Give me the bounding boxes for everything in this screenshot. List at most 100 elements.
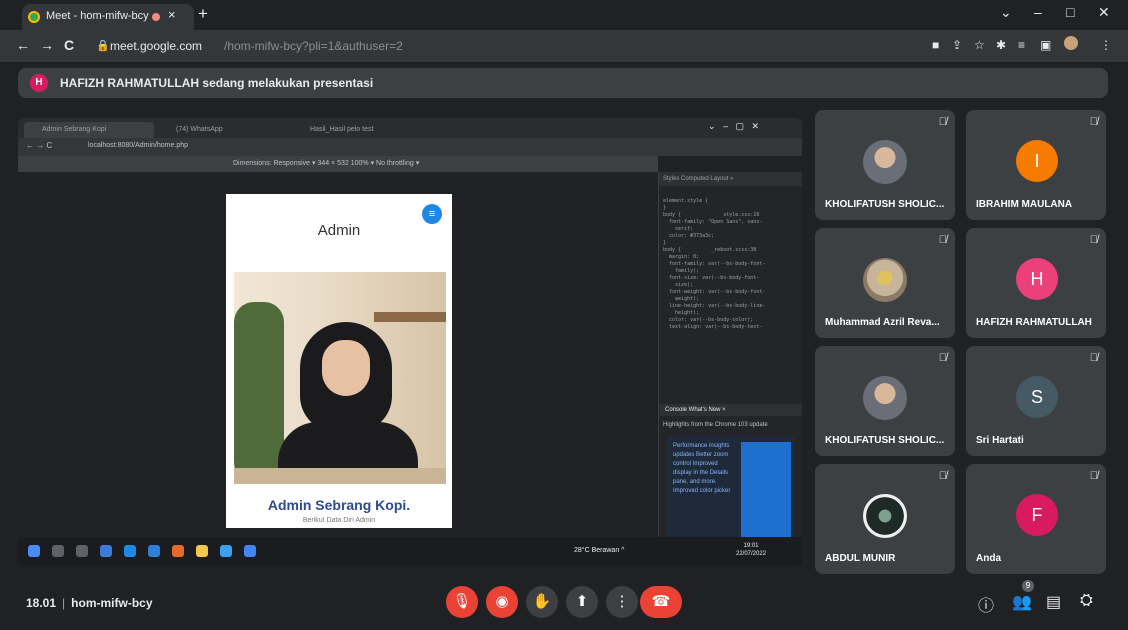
mic-off-icon[interactable]: 🎙 [446,586,478,618]
presentation-banner-text: HAFIZH RAHMATULLAH sedang melakukan pres… [60,76,374,90]
taskbar-chrome-icon [244,545,256,557]
meeting-separator: | [62,596,66,610]
windows-start-icon [28,545,40,557]
shared-browser-tabs: Admin Sebrang Kopi (74) WhatsApp Hasil_H… [18,118,802,138]
url-bar[interactable]: 🔒 meet.google.com /hom-mifw-bcy?pli=1&au… [92,35,912,57]
mic-off-icon: 🎙̸ [938,234,947,246]
mic-off-icon: 🎙̸ [938,116,947,128]
devtools-panel: Styles Computed Layout » element.style {… [658,172,802,537]
meeting-info: 18.01 | hom-mifw-bcy [26,596,153,610]
shared-screen: Admin Sebrang Kopi (74) WhatsApp Hasil_H… [18,118,802,566]
url-path: /hom-mifw-bcy?pli=1&authuser=2 [224,39,403,53]
participant-name: HAFIZH RAHMATULLAH [976,317,1092,328]
taskbar-edge-icon [124,545,136,557]
people-count-badge: 9 [1022,580,1034,592]
present-icon[interactable]: ⬆ [566,586,598,618]
participant-tile[interactable]: 🎙̸ S Sri Hartati [966,346,1106,456]
presentation-banner: H HAFIZH RAHMATULLAH sedang melakukan pr… [18,68,1108,98]
tab-close-icon[interactable]: × [168,7,176,22]
lock-icon: 🔒 [96,40,110,52]
split-icon[interactable]: ▣ [1040,38,1051,52]
shared-url: localhost:8080/Admin/home.php [88,142,189,149]
shelf-shape [374,312,446,322]
taskbar-task-icon [76,545,88,557]
taskbar-files-icon [196,545,208,557]
shared-tab: Admin Sebrang Kopi [24,122,154,138]
end-call-icon[interactable]: ☎ [640,586,682,618]
participant-name: Muhammad Azril Reva... [825,317,940,328]
mic-off-icon: 🎙̸ [938,470,947,482]
presenter-avatar: H [30,74,48,92]
shared-taskbar: 28°C Berawan ^ 19:01 22/07/2022 [18,537,802,566]
participant-name: KHOLIFATUSH SHOLIC... [825,199,945,210]
participant-avatar: F [1016,494,1058,536]
browser-tab-meet[interactable]: Meet - hom-mifw-bcy × [22,4,194,30]
raise-hand-icon[interactable]: ✋ [526,586,558,618]
more-icon[interactable]: ⋮ [606,586,638,618]
participant-photo [863,140,907,184]
participant-tile[interactable]: 🎙̸ Muhammad Azril Reva... [815,228,955,338]
activities-icon[interactable]: ⛭ [1080,592,1093,610]
mic-off-icon: 🎙̸ [1089,234,1098,246]
url-host: meet.google.com [110,39,203,53]
plant-shape [234,302,284,482]
whats-new-tab: Console What's New × [659,404,802,416]
participant-tile[interactable]: 🎙̸ H HAFIZH RAHMATULLAH [966,228,1106,338]
info-icon[interactable]: ⓘ [978,592,994,616]
extensions-icon[interactable]: ✱ [996,38,1006,52]
taskbar-search-icon [52,545,64,557]
back-button[interactable]: ← [16,37,30,53]
participant-photo [863,494,907,538]
kebab-icon[interactable]: ⋮ [1100,38,1112,52]
taskbar-app-icon [100,545,112,557]
devtools-styles-code: element.style { } body { style.css:16 fo… [663,198,766,330]
chat-icon[interactable]: ▤ [1046,592,1061,612]
face-shape [322,340,370,396]
shared-address-bar: ← → C localhost:8080/Admin/home.php [18,138,802,156]
participant-avatar: I [1016,140,1058,182]
participant-tile[interactable]: 🎙̸ I IBRAHIM MAULANA [966,110,1106,220]
participant-tile[interactable]: 🎙̸ KHOLIFATUSH SHOLIC... [815,110,955,220]
taskbar-office-icon [172,545,184,557]
participant-name: Anda [976,553,1001,564]
meeting-time: 18.01 [26,596,57,610]
maximize-button[interactable]: □ [1066,4,1074,20]
menu-icon: ≡ [422,204,442,224]
mic-off-icon: 🎙̸ [938,352,947,364]
share-icon[interactable]: ⇪ [952,38,962,52]
camera-off-icon[interactable]: ◉ [486,586,518,618]
taskbar-weather: 28°C Berawan ^ [574,547,625,554]
recording-dot-icon [152,13,160,21]
tab-search-icon[interactable]: ⌄ [1000,4,1012,21]
forward-button[interactable]: → [40,37,54,53]
participant-avatar: S [1016,376,1058,418]
participant-avatar: H [1016,258,1058,300]
admin-subtitle: Berikut Data Diri Admin [302,517,376,524]
reload-button[interactable]: C [64,37,74,53]
participant-name: Sri Hartati [976,435,1024,446]
star-icon[interactable]: ☆ [974,38,985,52]
minimize-button[interactable]: – [1034,4,1042,20]
participant-tile[interactable]: 🎙̸ ABDUL MUNIR [815,464,955,574]
participant-photo [863,376,907,420]
new-tab-button[interactable]: + [198,4,208,24]
media-icon[interactable]: ≡ [1018,38,1025,52]
mic-off-icon: 🎙̸ [1089,116,1098,128]
whats-new-card: Performance insights updates Better zoom… [667,436,795,537]
admin-photo [234,272,446,484]
shared-tab: (74) WhatsApp [176,126,223,133]
mic-off-icon: 🎙̸ [1089,352,1098,364]
device-toolbar-text: Dimensions: Responsive ▾ 344 × 532 100% … [233,160,420,167]
camera-icon[interactable]: ■ [932,38,939,52]
participant-tile[interactable]: 🎙̸ KHOLIFATUSH SHOLIC... [815,346,955,456]
profile-icon[interactable] [1064,36,1078,50]
whats-new-headline: Highlights from the Chrome 103 update [663,422,768,428]
shared-nav-icons: ← → C [26,141,53,150]
devtools-tabs: Styles Computed Layout » [659,172,802,186]
people-icon[interactable]: 👥 [1012,592,1032,612]
whats-new-illustration [741,442,791,537]
participant-tile[interactable]: 🎙̸ F Anda [966,464,1106,574]
mobile-page-preview: ≡ Admin Admin Sebrang Kopi. Berikut Data… [226,194,452,528]
participant-name: ABDUL MUNIR [825,553,896,564]
close-window-button[interactable]: ✕ [1098,4,1110,21]
